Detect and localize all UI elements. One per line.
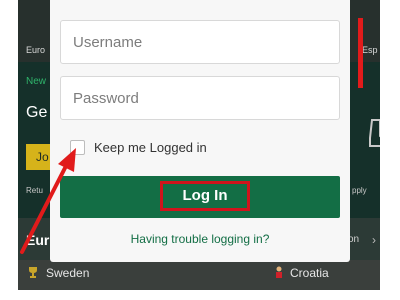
- login-button-label: Log In: [160, 181, 250, 211]
- username-input[interactable]: [60, 20, 340, 64]
- section-title: Eur: [26, 232, 50, 248]
- player-icon: [276, 266, 282, 278]
- promo-heading: Ge: [26, 104, 48, 121]
- promo-tag: New: [26, 76, 47, 87]
- keep-logged-label: Keep me Logged in: [94, 139, 207, 155]
- sport-tab-left[interactable]: Euro: [26, 45, 45, 55]
- annotation-red-bar: [358, 18, 363, 88]
- password-input[interactable]: [60, 76, 340, 120]
- login-modal: Keep me Logged in Log In Having trouble …: [50, 0, 350, 262]
- team-left-name: Sweden: [46, 266, 90, 280]
- promo-footer-left: Retu: [26, 186, 43, 195]
- boot-icon: [369, 119, 380, 147]
- keep-logged-row[interactable]: Keep me Logged in: [70, 137, 207, 157]
- trophy-icon: [29, 267, 37, 278]
- chevron-right-icon[interactable]: ›: [372, 233, 376, 247]
- promo-join-label: Jo: [36, 150, 49, 164]
- keep-logged-checkbox[interactable]: [70, 139, 85, 155]
- team-right-name: Croatia: [290, 266, 329, 280]
- login-button[interactable]: Log In: [60, 176, 340, 218]
- promo-footer-right: pply: [352, 186, 367, 195]
- sport-tab-right[interactable]: Esp: [362, 45, 378, 55]
- trouble-logging-in-link[interactable]: Having trouble logging in?: [50, 232, 350, 246]
